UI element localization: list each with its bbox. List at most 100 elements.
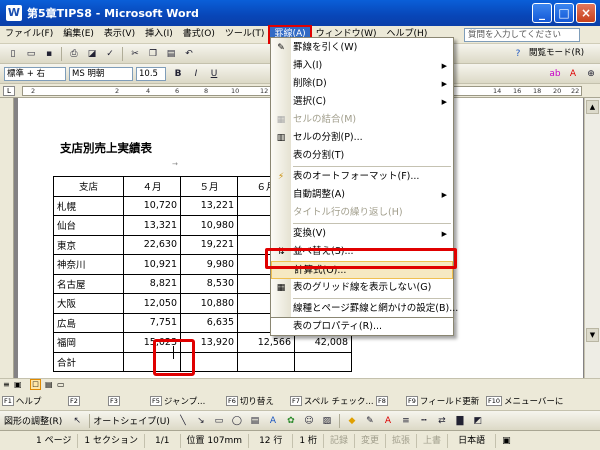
help-icon[interactable]: ? — [510, 47, 526, 61]
rectangle-icon[interactable]: ▭ — [211, 414, 227, 428]
undo-icon[interactable]: ↶ — [181, 47, 197, 61]
print-icon[interactable]: ⎙ — [66, 47, 82, 61]
menu-item-split-table[interactable]: 表の分割(T) — [271, 147, 453, 165]
menu-item-repeat-heading[interactable]: タイトル行の繰り返し(H) — [271, 204, 453, 222]
maximize-button[interactable]: □ — [554, 3, 574, 23]
fkey-f6[interactable]: F6 切り替え — [226, 395, 290, 407]
table-cell[interactable]: 9,980 — [180, 254, 238, 275]
table-cell[interactable]: 福岡 — [53, 332, 124, 353]
table-cell[interactable] — [237, 351, 295, 372]
menu-item-hide-gridlines[interactable]: ▦ 表のグリッド線を表示しない(G) — [271, 279, 453, 297]
highlight-icon[interactable]: ab — [547, 67, 563, 81]
scroll-down-icon[interactable]: ▼ — [586, 328, 599, 342]
open-icon[interactable]: ▭ — [23, 47, 39, 61]
menu-insert[interactable]: 挿入(I) — [140, 26, 178, 43]
line-icon[interactable]: ╲ — [175, 414, 191, 428]
table-cell[interactable]: 大阪 — [53, 293, 124, 314]
table-cell[interactable]: 広島 — [53, 312, 124, 333]
table-cell[interactable]: 10,720 — [123, 195, 181, 216]
menu-tools[interactable]: ツール(T) — [220, 26, 270, 43]
menu-item-insert[interactable]: 挿入(I) ▶ — [271, 57, 453, 75]
options-icon[interactable]: ⊕ — [583, 67, 599, 81]
table-header[interactable]: ５月 — [180, 176, 238, 197]
shadow-icon[interactable]: ▇ — [452, 414, 468, 428]
dash-style-icon[interactable]: ┅ — [416, 414, 432, 428]
underline-icon[interactable]: U — [206, 67, 222, 81]
bold-icon[interactable]: B — [170, 67, 186, 81]
fkey-f2[interactable]: F2 — [68, 396, 108, 406]
table-cell[interactable]: 13,321 — [123, 215, 181, 236]
new-document-icon[interactable]: ▯ — [5, 47, 21, 61]
table-cell[interactable]: 19,221 — [180, 234, 238, 255]
3d-icon[interactable]: ◩ — [470, 414, 486, 428]
normal-view-icon[interactable]: ≡ — [3, 380, 10, 389]
menu-item-draw-table[interactable]: ✎ 罫線を引く(W) — [271, 39, 453, 57]
copy-icon[interactable]: ❐ — [145, 47, 161, 61]
menu-item-autofit[interactable]: 自動調整(A) ▶ — [271, 186, 453, 204]
vertical-ruler[interactable] — [0, 98, 14, 378]
help-question-input[interactable]: 質問を入力してください — [464, 28, 580, 42]
font-size-combo[interactable]: 10.5 — [136, 66, 166, 81]
table-cell[interactable]: 10,921 — [123, 254, 181, 275]
arrow-icon[interactable]: ↘ — [193, 414, 209, 428]
table-cell[interactable]: 10,980 — [180, 215, 238, 236]
menu-file[interactable]: ファイル(F) — [0, 26, 58, 43]
table-cell[interactable] — [294, 351, 352, 372]
select-pointer-icon[interactable]: ↖ — [69, 414, 85, 428]
outline-view-icon[interactable]: ▤ — [45, 380, 53, 389]
arrow-style-icon[interactable]: ⇄ — [434, 414, 450, 428]
table-cell[interactable]: 名古屋 — [53, 273, 124, 294]
web-view-icon[interactable]: ▣ — [14, 380, 22, 389]
fkey-f8[interactable]: F8 — [376, 396, 406, 406]
font-color-draw-icon[interactable]: A — [380, 414, 396, 428]
picture-icon[interactable]: ▨ — [319, 414, 335, 428]
spellcheck-icon[interactable]: ✓ — [102, 47, 118, 61]
line-color-icon[interactable]: ✎ — [362, 414, 378, 428]
save-icon[interactable]: ▪ — [41, 47, 57, 61]
line-style-icon[interactable]: ≡ — [398, 414, 414, 428]
table-cell[interactable]: 7,751 — [123, 312, 181, 333]
menu-item-convert[interactable]: 変換(V) ▶ — [271, 225, 453, 243]
menu-item-borders-shading[interactable]: 線種とページ罫線と網かけの設定(B)... — [271, 300, 458, 317]
scroll-up-icon[interactable]: ▲ — [586, 100, 599, 114]
table-header[interactable]: ４月 — [123, 176, 181, 197]
cut-icon[interactable]: ✂ — [127, 47, 143, 61]
fkey-f3[interactable]: F3 — [108, 396, 150, 406]
table-cell[interactable]: 10,880 — [180, 293, 238, 314]
fill-color-icon[interactable]: ◆ — [344, 414, 360, 428]
menu-item-autoformat[interactable]: ⚡ 表のオートフォーマット(F)... — [271, 168, 453, 186]
status-record-macro[interactable]: 記録 — [324, 433, 356, 448]
menu-item-merge-cells[interactable]: ▦ セルの結合(M) — [271, 111, 453, 129]
print-layout-icon[interactable]: □ — [30, 379, 41, 390]
draw-menu-button[interactable]: 図形の調整(R) — [4, 414, 62, 427]
menu-view[interactable]: 表示(V) — [99, 26, 140, 43]
menu-item-split-cells[interactable]: ▥ セルの分割(P)... — [271, 129, 453, 147]
status-track-changes[interactable]: 変更 — [355, 433, 387, 448]
table-cell[interactable]: 神奈川 — [53, 254, 124, 275]
wordart-icon[interactable]: A — [265, 414, 281, 428]
menu-item-delete[interactable]: 削除(D) ▶ — [271, 75, 453, 93]
paste-icon[interactable]: ▤ — [163, 47, 179, 61]
minimize-button[interactable]: _ — [532, 3, 552, 23]
table-cell[interactable]: 12,050 — [123, 293, 181, 314]
textbox-icon[interactable]: ▤ — [247, 414, 263, 428]
table-cell[interactable]: 8,821 — [123, 273, 181, 294]
word-app-icon[interactable]: W — [6, 5, 22, 21]
fkey-f9[interactable]: F9 フィールド更新 — [406, 395, 486, 407]
close-button[interactable]: × — [576, 3, 596, 23]
diagram-icon[interactable]: ✿ — [283, 414, 299, 428]
table-cell[interactable]: 合計 — [53, 351, 124, 372]
fkey-f5[interactable]: F5 ジャンプ... — [150, 395, 226, 407]
style-combo[interactable]: 標準 + 右 — [4, 66, 66, 81]
autoshapes-button[interactable]: オートシェイプ(U) — [93, 414, 170, 427]
menu-item-table-properties[interactable]: 表のプロパティ(R)... — [270, 318, 454, 336]
menu-edit[interactable]: 編集(E) — [58, 26, 99, 43]
menu-item-select[interactable]: 選択(C) ▶ — [271, 93, 453, 111]
table-cell[interactable]: 6,635 — [180, 312, 238, 333]
menu-format[interactable]: 書式(O) — [178, 26, 220, 43]
table-cell[interactable]: 東京 — [53, 234, 124, 255]
clipart-icon[interactable]: ☺ — [301, 414, 317, 428]
fkey-f7[interactable]: F7 スペル チェック... — [290, 395, 376, 407]
italic-icon[interactable]: I — [188, 67, 204, 81]
tab-selector-icon[interactable]: L — [3, 86, 15, 96]
